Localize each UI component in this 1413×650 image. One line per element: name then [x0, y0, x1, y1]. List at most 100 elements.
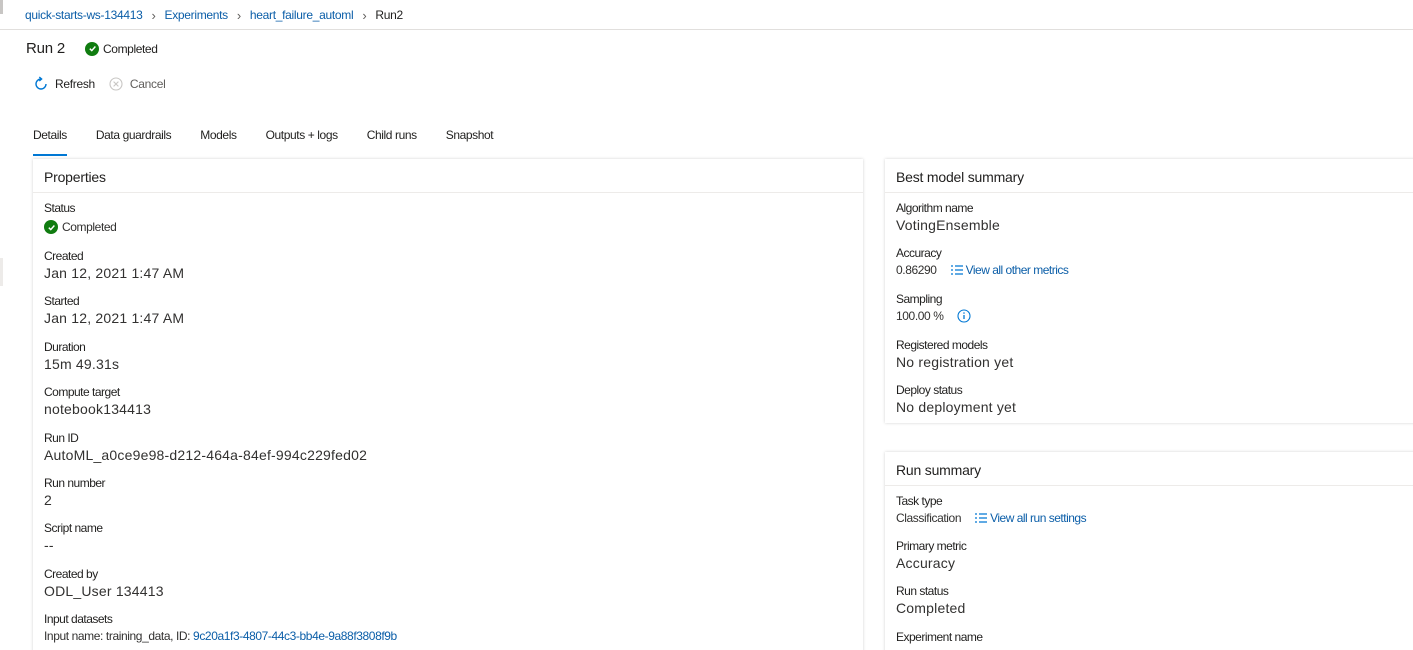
compute-target-field: Compute target notebook134413	[44, 384, 151, 418]
chevron-right-icon: ›	[362, 7, 367, 23]
tab-bar: Details Data guardrails Models Outputs +…	[33, 126, 522, 156]
accuracy-field: Accuracy 0.86290 View all other metrics	[896, 245, 1069, 278]
status-value: Completed	[62, 220, 117, 234]
script-name-label: Script name	[44, 521, 103, 535]
algorithm-link[interactable]: VotingEnsemble	[896, 216, 1000, 234]
algorithm-field: Algorithm name VotingEnsemble	[896, 200, 1000, 234]
started-label: Started	[44, 294, 80, 308]
breadcrumb: quick-starts-ws-134413 › Experiments › h…	[25, 5, 403, 25]
list-icon	[950, 265, 963, 275]
tab-child-runs[interactable]: Child runs	[367, 126, 417, 156]
deploy-status-field: Deploy status No deployment yet	[896, 382, 1016, 416]
run-summary-title: Run summary	[885, 452, 1413, 486]
run-id-label: Run ID	[44, 431, 79, 445]
properties-card: Properties Status Completed Created Jan …	[33, 159, 863, 650]
primary-metric-label: Primary metric	[896, 539, 967, 553]
run-summary-card: Run summary Task type Classification Vie…	[885, 452, 1413, 650]
created-label: Created	[44, 249, 84, 263]
sampling-label: Sampling	[896, 292, 943, 306]
run-id-field: Run ID AutoML_a0ce9e98-d212-464a-84ef-99…	[44, 430, 367, 464]
breadcrumb-experiments[interactable]: Experiments	[164, 8, 228, 22]
deploy-status-value: No deployment yet	[896, 399, 1017, 415]
script-name-value: --	[44, 537, 54, 553]
best-model-title: Best model summary	[885, 159, 1413, 193]
primary-metric-value: Accuracy	[896, 555, 956, 571]
registered-models-value: No registration yet	[896, 354, 1014, 370]
algorithm-label: Algorithm name	[896, 201, 974, 215]
breadcrumb-workspace[interactable]: quick-starts-ws-134413	[25, 8, 143, 22]
task-type-field: Task type Classification View all run se…	[896, 493, 1087, 526]
check-circle-icon	[44, 220, 58, 234]
accuracy-value: 0.86290	[896, 263, 937, 277]
input-dataset-name: Input name: training_data, ID:	[44, 629, 194, 643]
registered-models-field: Registered models No registration yet	[896, 337, 1013, 371]
tab-models[interactable]: Models	[200, 126, 237, 156]
deploy-status-label: Deploy status	[896, 383, 963, 397]
input-dataset-id-link[interactable]: 9c20a1f3-4807-44c3-bb4e-9a88f3808f9b	[193, 629, 397, 643]
left-nav-edge	[0, 258, 3, 286]
primary-metric-field: Primary metric Accuracy	[896, 538, 967, 572]
created-field: Created Jan 12, 2021 1:47 AM	[44, 248, 184, 282]
cancel-button[interactable]: Cancel	[108, 76, 166, 92]
chevron-right-icon: ›	[151, 7, 156, 23]
chevron-right-icon: ›	[236, 7, 241, 23]
refresh-button[interactable]: Refresh	[33, 76, 95, 92]
status-label: Status	[44, 201, 76, 215]
run-number-label: Run number	[44, 476, 106, 490]
run-status-value: Completed	[896, 600, 966, 616]
run-number-field: Run number 2	[44, 475, 106, 509]
input-datasets-label: Input datasets	[44, 612, 113, 626]
list-icon	[975, 513, 988, 523]
tab-snapshot[interactable]: Snapshot	[446, 126, 494, 156]
cancel-label: Cancel	[129, 77, 166, 91]
check-circle-icon	[85, 41, 100, 56]
duration-label: Duration	[44, 340, 86, 354]
run-header: Run 2 Completed	[26, 40, 158, 57]
created-value: Jan 12, 2021 1:47 AM	[44, 265, 185, 281]
compute-target-label: Compute target	[44, 385, 120, 399]
task-type-label: Task type	[896, 494, 943, 508]
run-status-field: Run status Completed	[896, 583, 966, 617]
sampling-field: Sampling 100.00 %	[896, 291, 971, 324]
view-run-settings-label: View all run settings	[990, 511, 1087, 525]
duration-field: Duration 15m 49.31s	[44, 339, 119, 373]
status-field: Status Completed	[44, 200, 117, 235]
command-bar: Refresh Cancel	[33, 76, 178, 92]
run-id-value: AutoML_a0ce9e98-d212-464a-84ef-994c229fe…	[44, 447, 368, 463]
refresh-icon	[35, 76, 47, 90]
breadcrumb-run: Run2	[375, 8, 403, 22]
created-by-label: Created by	[44, 567, 98, 581]
properties-title: Properties	[33, 159, 863, 193]
experiment-name-field: Experiment name	[896, 629, 983, 645]
started-value: Jan 12, 2021 1:47 AM	[44, 310, 185, 326]
registered-models-label: Registered models	[896, 338, 988, 352]
input-datasets-field: Input datasets Input name: training_data…	[44, 611, 397, 644]
duration-value: 15m 49.31s	[44, 356, 120, 372]
compute-target-link[interactable]: notebook134413	[44, 400, 151, 418]
window-edge-marker	[0, 0, 3, 14]
tab-data-guardrails[interactable]: Data guardrails	[96, 126, 172, 156]
refresh-label: Refresh	[55, 77, 95, 91]
sampling-value: 100.00 %	[896, 309, 944, 323]
page-title: Run 2	[26, 40, 66, 57]
view-metrics-link[interactable]: View all other metrics	[950, 263, 1069, 277]
status-badge: Completed	[85, 41, 158, 56]
info-icon[interactable]	[956, 309, 971, 323]
task-type-value: Classification	[896, 511, 962, 525]
breadcrumb-experiment[interactable]: heart_failure_automl	[250, 8, 354, 22]
experiment-name-label: Experiment name	[896, 630, 983, 644]
run-number-value: 2	[44, 492, 52, 508]
status-text: Completed	[103, 41, 158, 56]
view-run-settings-link[interactable]: View all run settings	[975, 511, 1087, 525]
best-model-summary-card: Best model summary Algorithm name Voting…	[885, 159, 1413, 423]
script-name-field: Script name --	[44, 520, 103, 554]
tab-outputs-logs[interactable]: Outputs + logs	[266, 126, 339, 156]
header-divider	[0, 29, 1413, 30]
created-by-field: Created by ODL_User 134413	[44, 566, 164, 600]
accuracy-label: Accuracy	[896, 246, 942, 260]
cancel-icon	[109, 77, 123, 91]
created-by-value: ODL_User 134413	[44, 583, 164, 599]
tab-details[interactable]: Details	[33, 126, 67, 156]
started-field: Started Jan 12, 2021 1:47 AM	[44, 293, 184, 327]
run-status-label: Run status	[896, 584, 949, 598]
